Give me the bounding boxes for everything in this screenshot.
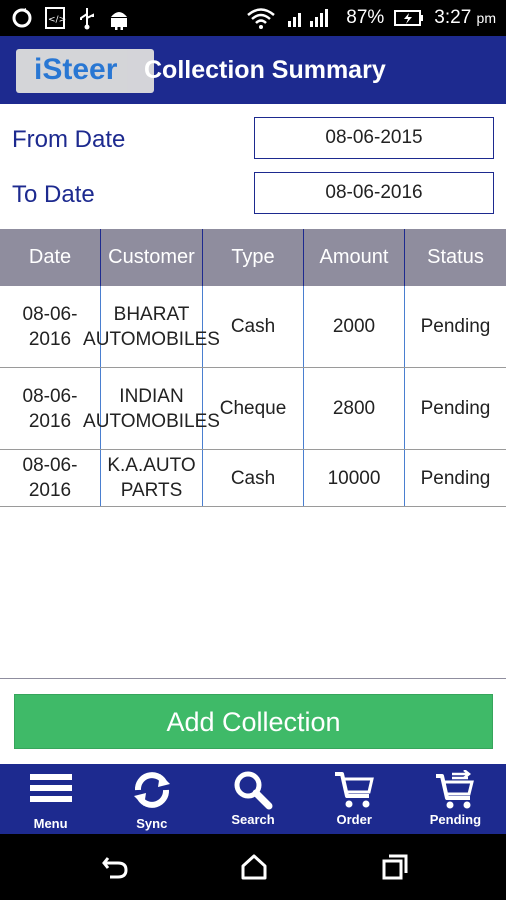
logo-text: iSteer: [34, 53, 118, 86]
nav-label-pending: Pending: [429, 812, 482, 827]
cell-customer: BHARAT AUTOMOBILES: [83, 286, 220, 367]
cell-status: Pending: [420, 398, 491, 419]
nav-label-order: Order: [336, 812, 372, 827]
nav-item-search[interactable]: Search: [202, 764, 303, 834]
nav-label-sync: Sync: [136, 816, 168, 831]
app-logo: iSteer: [16, 49, 154, 93]
collection-table: Date Customer Type Amount Status 08-06-2…: [0, 229, 506, 507]
to-date-label: To Date: [12, 181, 95, 208]
cell-amount: 2000: [304, 286, 405, 367]
table-row[interactable]: 08-06-2016 K.A.AUTO PARTS Cash 10000 Pen…: [0, 450, 506, 507]
cell-status: Pending: [420, 316, 491, 337]
from-date-field[interactable]: 08-06-2015: [254, 117, 494, 159]
nav-item-menu[interactable]: Menu: [0, 764, 101, 834]
to-date-field[interactable]: 08-06-2016: [254, 172, 494, 214]
code-icon: </>: [45, 7, 66, 29]
page-title: Collection Summary: [144, 56, 386, 84]
cell-amount: 2800: [304, 368, 405, 449]
table-header: Date Customer Type Amount Status: [0, 229, 506, 286]
cell-amount: 10000: [304, 450, 405, 506]
from-date-label: From Date: [12, 126, 126, 153]
clock-time: 3:27: [434, 7, 472, 28]
nav-item-sync[interactable]: Sync: [101, 764, 202, 834]
cart-transfer-icon: [436, 770, 475, 809]
wifi-icon: [247, 8, 276, 29]
nav-label-menu: Menu: [33, 816, 68, 831]
column-header-status[interactable]: Status: [405, 229, 506, 286]
cell-type: Cash: [203, 286, 304, 367]
status-bar: </> 87% 3:27 pm: [0, 0, 506, 36]
clock: 3:27 pm: [434, 7, 496, 29]
cell-date: 08-06-2016: [0, 450, 101, 506]
system-icons: 87% 3:27 pm: [246, 6, 496, 30]
cell-customer: INDIAN AUTOMOBILES: [83, 368, 220, 449]
usb-icon: [80, 8, 94, 30]
cell-status: Pending: [420, 467, 491, 489]
recent-apps-icon[interactable]: [380, 852, 410, 882]
app-header: iSteer Collection Summary: [0, 36, 506, 104]
battery-percent: 87%: [346, 7, 385, 28]
search-icon: [234, 771, 273, 810]
nav-item-order[interactable]: Order: [304, 764, 405, 834]
table-row[interactable]: 08-06-2016 INDIAN AUTOMOBILES Cheque 280…: [0, 368, 506, 450]
menu-icon: [29, 774, 72, 802]
main-content: From Date 08-06-2015 To Date 08-06-2016 …: [0, 104, 506, 764]
cell-type: Cheque: [203, 368, 304, 449]
divider: [0, 678, 506, 679]
column-header-customer[interactable]: Customer: [101, 229, 203, 286]
signal-icon: [288, 9, 329, 27]
home-icon[interactable]: [239, 852, 269, 882]
sync-notification-icon: [12, 8, 32, 28]
clock-ampm: pm: [476, 10, 496, 26]
battery-charging-icon: [394, 10, 424, 26]
nav-label-search: Search: [231, 812, 275, 827]
back-icon[interactable]: [100, 852, 130, 882]
column-header-amount[interactable]: Amount: [304, 229, 405, 286]
cell-customer: K.A.AUTO PARTS: [101, 450, 203, 506]
notification-icons: </>: [10, 6, 130, 30]
add-collection-button[interactable]: Add Collection: [14, 694, 493, 749]
svg-text:</>: </>: [48, 15, 66, 25]
column-header-date[interactable]: Date: [0, 229, 101, 286]
column-header-type[interactable]: Type: [203, 229, 304, 286]
cart-icon: [335, 772, 375, 808]
android-icon: [111, 12, 127, 30]
system-nav-bar: [0, 834, 506, 900]
sync-icon: [133, 772, 170, 808]
bottom-nav: Menu Sync Search Order Pending: [0, 764, 506, 834]
table-row[interactable]: 08-06-2016 BHARAT AUTOMOBILES Cash 2000 …: [0, 286, 506, 368]
nav-item-pending[interactable]: Pending: [405, 764, 506, 834]
cell-type: Cash: [203, 450, 304, 506]
